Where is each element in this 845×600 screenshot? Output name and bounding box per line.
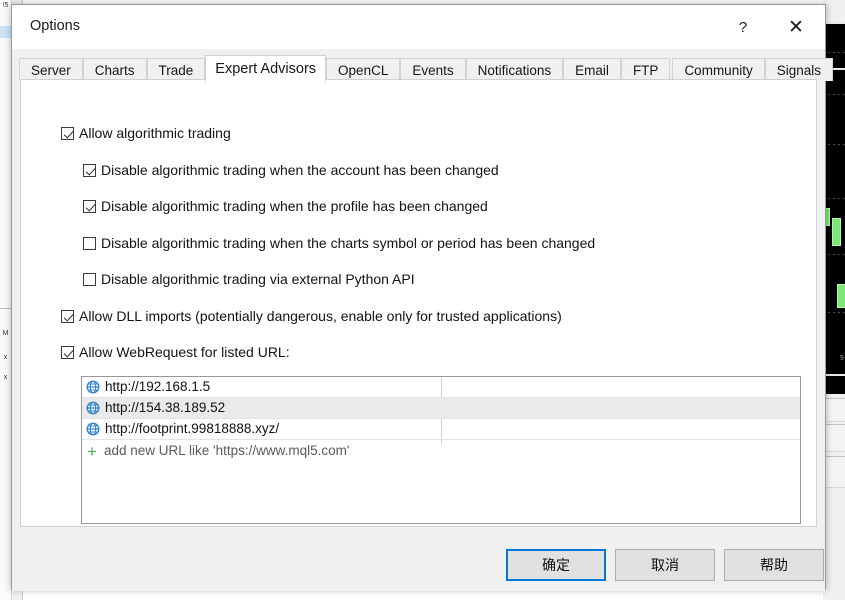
checkbox-allow-webrequest-for-listed-url[interactable] bbox=[61, 346, 74, 359]
checkbox-disable-algorithmic-trading-via-external-python-[interactable] bbox=[83, 273, 96, 286]
url-text: http://154.38.189.52 bbox=[105, 400, 226, 415]
checkbox-allow-dll-imports-potentially-dangerous-enable-o[interactable] bbox=[61, 310, 74, 323]
checkbox-allow-algorithmic-trading[interactable] bbox=[61, 127, 74, 140]
checkbox-disable-algorithmic-trading-when-the-charts-symb[interactable] bbox=[83, 237, 96, 250]
dialog-footer: 确定 取消 帮助 bbox=[12, 527, 825, 591]
background-left-tab-1: M bbox=[2, 330, 9, 337]
dialog-title: Options bbox=[30, 18, 80, 34]
checkbox-label-allow-dll-imports-potentially-dangerous-enable-o: Allow DLL imports (potentially dangerous… bbox=[79, 308, 562, 324]
checkbox-disable-algorithmic-trading-when-the-profile-has[interactable] bbox=[83, 200, 96, 213]
tab-email[interactable]: Email bbox=[563, 58, 621, 81]
checkbox-row-disable-algorithmic-trading-when-the-charts-symb[interactable]: Disable algorithmic trading when the cha… bbox=[83, 236, 595, 251]
background-left-tab-2: x bbox=[3, 354, 8, 361]
background-right-row-0 bbox=[823, 398, 845, 422]
url-text: http://footprint.99818888.xyz/ bbox=[105, 421, 280, 436]
checkbox-row-disable-algorithmic-trading-via-external-python-[interactable]: Disable algorithmic trading via external… bbox=[83, 272, 415, 287]
url-list-row[interactable]: http://footprint.99818888.xyz/ bbox=[82, 419, 800, 440]
tab-trade[interactable]: Trade bbox=[146, 58, 206, 81]
help-icon[interactable]: ? bbox=[720, 5, 766, 49]
background-left-selected-tab bbox=[0, 26, 11, 38]
add-new-url-row[interactable]: + add new URL like 'https://www.mql5.com… bbox=[82, 440, 800, 462]
tab-charts[interactable]: Charts bbox=[82, 58, 147, 81]
screen: !5 M x x 9 Options ? ✕ Server Charts Tra… bbox=[0, 0, 845, 600]
background-chart-price: 9 bbox=[839, 354, 844, 362]
background-left-tab-0: !5 bbox=[2, 2, 9, 9]
tab-signals[interactable]: Signals bbox=[764, 58, 833, 81]
checkbox-row-disable-algorithmic-trading-when-the-profile-has[interactable]: Disable algorithmic trading when the pro… bbox=[83, 199, 488, 214]
url-list-row[interactable]: http://192.168.1.5 bbox=[82, 377, 800, 398]
background-right-row-1 bbox=[823, 424, 845, 452]
background-left-tab-3: x bbox=[3, 374, 8, 381]
tab-page-expert-advisors: Allow algorithmic trading Disable algorit… bbox=[20, 79, 817, 527]
tab-community[interactable]: Community bbox=[672, 58, 765, 81]
options-dialog: Options ? ✕ Server Charts Trade Expert Advi… bbox=[11, 4, 833, 591]
tab-opencl[interactable]: OpenCL bbox=[326, 58, 401, 81]
add-new-url-label: add new URL like 'https://www.mql5.com' bbox=[103, 443, 350, 458]
url-text: http://192.168.1.5 bbox=[105, 379, 211, 394]
tab-notifications[interactable]: Notifications bbox=[465, 58, 564, 81]
checkbox-label-allow-webrequest-for-listed-url: Allow WebRequest for listed URL: bbox=[79, 344, 290, 360]
ok-button[interactable]: 确定 bbox=[506, 549, 606, 581]
webrequest-url-list[interactable]: http://192.168.1.5 http://154.38.189.52 ht… bbox=[81, 376, 801, 524]
url-rows: http://192.168.1.5 http://154.38.189.52 ht… bbox=[82, 377, 800, 440]
tab-expert-advisors[interactable]: Expert Advisors bbox=[205, 55, 327, 82]
dialog-titlebar: Options ? ✕ bbox=[12, 5, 825, 49]
checkbox-label-disable-algorithmic-trading-via-external-python-: Disable algorithmic trading via external… bbox=[101, 271, 415, 287]
background-right-row-2 bbox=[823, 456, 845, 488]
checkbox-row-allow-webrequest-for-listed-url[interactable]: Allow WebRequest for listed URL: bbox=[61, 345, 290, 360]
checkbox-disable-algorithmic-trading-when-the-account-has[interactable] bbox=[83, 164, 96, 177]
tab-ftp[interactable]: FTP bbox=[620, 58, 671, 81]
tab-list: Server Charts Trade Expert Advisors OpenCL Ev… bbox=[19, 55, 833, 82]
globe-icon bbox=[86, 380, 105, 394]
checkbox-label-disable-algorithmic-trading-when-the-account-has: Disable algorithmic trading when the acc… bbox=[101, 162, 499, 178]
checkbox-label-allow-algorithmic-trading: Allow algorithmic trading bbox=[79, 125, 231, 141]
tab-events[interactable]: Events bbox=[400, 58, 466, 81]
checkbox-row-disable-algorithmic-trading-when-the-account-has[interactable]: Disable algorithmic trading when the acc… bbox=[83, 163, 499, 178]
globe-icon bbox=[86, 401, 105, 415]
checkbox-row-allow-dll-imports-potentially-dangerous-enable-o[interactable]: Allow DLL imports (potentially dangerous… bbox=[61, 309, 562, 324]
background-right-panel: 9 bbox=[823, 0, 845, 600]
checkbox-row-allow-algorithmic-trading[interactable]: Allow algorithmic trading bbox=[61, 126, 231, 141]
close-icon[interactable]: ✕ bbox=[773, 5, 819, 49]
checkbox-label-disable-algorithmic-trading-when-the-profile-has: Disable algorithmic trading when the pro… bbox=[101, 198, 488, 214]
help-button[interactable]: 帮助 bbox=[724, 549, 824, 581]
url-list-row[interactable]: http://154.38.189.52 bbox=[82, 398, 800, 419]
tab-strip: Server Charts Trade Expert Advisors OpenCL Ev… bbox=[12, 49, 833, 82]
plus-icon: + bbox=[87, 441, 97, 461]
globe-icon bbox=[86, 422, 105, 436]
tab-server[interactable]: Server bbox=[19, 58, 83, 81]
checkbox-label-disable-algorithmic-trading-when-the-charts-symb: Disable algorithmic trading when the cha… bbox=[101, 235, 596, 251]
cancel-button[interactable]: 取消 bbox=[615, 549, 715, 581]
